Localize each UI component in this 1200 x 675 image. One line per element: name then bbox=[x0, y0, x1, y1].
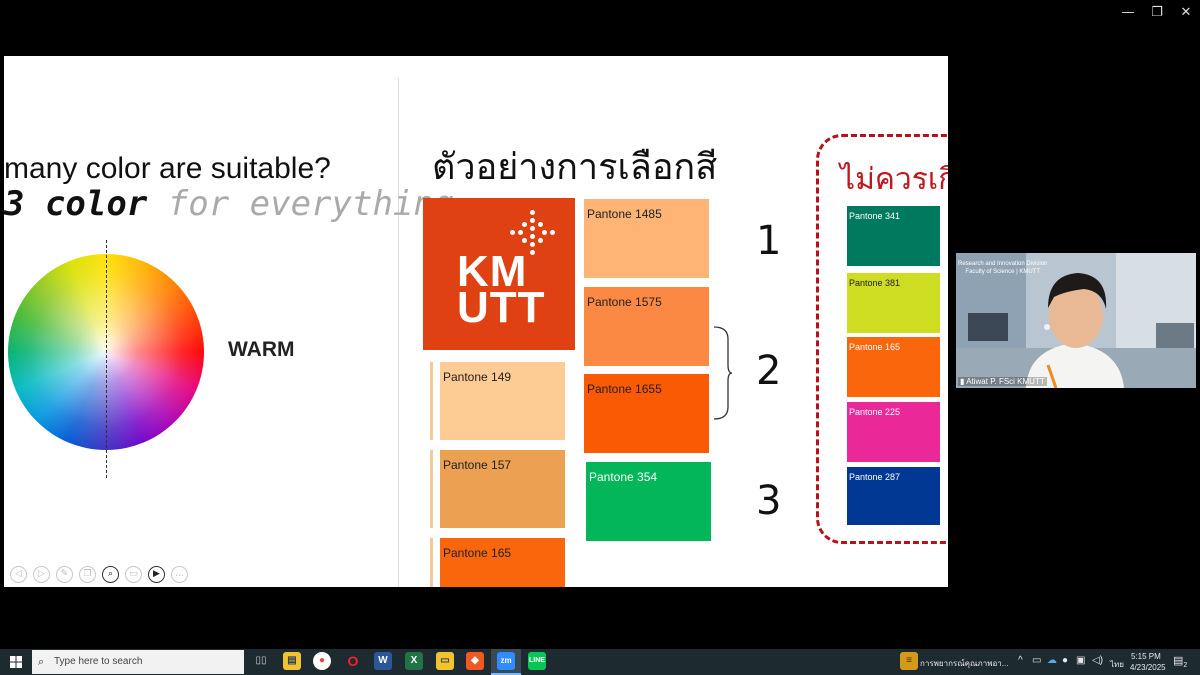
thai-slide-title: ตัวอย่างการเลือกสี bbox=[432, 147, 718, 188]
zoom-icon[interactable]: ⌕ bbox=[102, 566, 119, 583]
notification-app-icon[interactable]: ≡ bbox=[900, 652, 918, 670]
task-view-icon[interactable]: ▯▯ bbox=[252, 652, 270, 670]
number-label-1: 1 bbox=[756, 218, 782, 264]
swatch-pantone-1575: Pantone 1575 bbox=[584, 287, 709, 366]
swatch-accent-bar bbox=[430, 450, 433, 528]
windows-taskbar: ⌕ Type here to search ▯▯ ▤ ● O W X ▭ ◆ z… bbox=[0, 649, 1200, 675]
excel-icon[interactable]: X bbox=[405, 652, 423, 670]
swatch-pantone-165: Pantone 165 bbox=[440, 538, 565, 587]
swatch-pantone-225: Pantone 225 bbox=[847, 402, 940, 462]
language-indicator[interactable]: ไทย bbox=[1110, 658, 1124, 671]
search-icon: ⌕ bbox=[38, 656, 45, 668]
prev-icon[interactable]: ◁ bbox=[10, 566, 27, 583]
word-icon[interactable]: W bbox=[374, 652, 392, 670]
subtitle-light: for everything bbox=[147, 184, 455, 224]
logo-text-utt: UTT bbox=[457, 283, 546, 332]
webcam-header: Research and Innovation Division Faculty… bbox=[958, 260, 1047, 276]
folder-icon[interactable]: ▭ bbox=[436, 652, 454, 670]
pen-icon[interactable]: ✎ bbox=[56, 566, 73, 583]
search-placeholder: Type here to search bbox=[54, 656, 143, 667]
swatch-label: Pantone 1485 bbox=[587, 207, 662, 221]
participant-name-label: ▮ Atiwat P. FSci KMUTT bbox=[958, 377, 1047, 386]
swatch-pantone-354: Pantone 354 bbox=[586, 462, 711, 541]
slide-question: many color are suitable? bbox=[4, 152, 331, 185]
number-label-3: 3 bbox=[756, 478, 782, 524]
meet-now-icon[interactable]: ▭ bbox=[1032, 655, 1041, 666]
swatch-pantone-381: Pantone 381 bbox=[847, 273, 940, 333]
presentation-slide: many color are suitable? 3 color for eve… bbox=[4, 56, 948, 587]
swatch-label: Pantone 149 bbox=[443, 370, 512, 384]
restore-button[interactable]: ❐ bbox=[1143, 4, 1171, 22]
clock-time[interactable]: 5:15 PM bbox=[1131, 652, 1161, 661]
desktop-screen: — ❐ ✕ many color are suitable? 3 color f… bbox=[0, 0, 1200, 675]
volume-icon[interactable]: ◁) bbox=[1092, 655, 1103, 666]
swatch-label: Pantone 341 bbox=[849, 211, 901, 221]
onedrive-icon[interactable]: ☁ bbox=[1047, 655, 1057, 666]
clock-date[interactable]: 4/23/2025 bbox=[1130, 663, 1166, 672]
swatch-label: Pantone 157 bbox=[443, 458, 512, 472]
more-icon[interactable]: … bbox=[171, 566, 188, 583]
network-icon[interactable]: ▣ bbox=[1076, 655, 1085, 666]
subtitle-bold: 3 color bbox=[4, 184, 148, 224]
swatch-label: Pantone 1575 bbox=[587, 295, 662, 309]
number-label-2: 2 bbox=[756, 348, 782, 394]
swatch-pantone-341: Pantone 341 bbox=[847, 206, 940, 266]
copy-icon[interactable]: ❐ bbox=[79, 566, 96, 583]
chevron-up-icon[interactable]: ^ bbox=[1018, 655, 1023, 666]
swatch-pantone-287: Pantone 287 bbox=[847, 467, 940, 525]
notification-title[interactable]: การพยากรณ์คุณภาพอา... bbox=[920, 657, 1008, 670]
zoom-icon: zm bbox=[497, 652, 515, 670]
swatch-label: Pantone 165 bbox=[849, 342, 901, 352]
notification-count: 2 bbox=[1183, 662, 1188, 670]
participant-name: Atiwat P. FSci KMUTT bbox=[966, 377, 1045, 386]
webcam-header-line1: Research and Innovation Division bbox=[958, 261, 1048, 267]
video-icon[interactable]: ▶ bbox=[148, 566, 165, 583]
next-icon[interactable]: ▷ bbox=[33, 566, 50, 583]
kmutt-logo: KM UTT bbox=[423, 198, 575, 350]
swatch-pantone-1655: Pantone 1655 bbox=[584, 374, 709, 453]
webcam-video-tile[interactable]: Research and Innovation Division Faculty… bbox=[956, 253, 1196, 388]
file-explorer-app-icon[interactable]: ▤ bbox=[283, 652, 301, 670]
swatch-accent-bar bbox=[430, 362, 433, 440]
swatch-label: Pantone 287 bbox=[849, 472, 901, 482]
close-button[interactable]: ✕ bbox=[1172, 4, 1200, 22]
app-icon[interactable]: ◆ bbox=[466, 652, 484, 670]
playback-toolbar: ◁ ▷ ✎ ❐ ⌕ ▭ ▶ … bbox=[10, 566, 188, 583]
swatch-label: Pantone 354 bbox=[589, 470, 658, 484]
taskbar-search-box[interactable]: ⌕ Type here to search bbox=[32, 650, 244, 674]
swatch-label: Pantone 1655 bbox=[587, 382, 662, 396]
swatch-label: Pantone 381 bbox=[849, 278, 901, 288]
brace-icon bbox=[714, 326, 732, 420]
slide-divider bbox=[398, 78, 399, 587]
notification-center-icon[interactable]: ▤2 bbox=[1173, 654, 1187, 669]
swatch-pantone-1485: Pantone 1485 bbox=[584, 199, 709, 278]
swatch-label: Pantone 225 bbox=[849, 407, 901, 417]
wheel-divider-line bbox=[106, 240, 107, 478]
swatch-pantone-157: Pantone 157 bbox=[440, 450, 565, 528]
line-icon[interactable]: LINE bbox=[528, 652, 546, 670]
webcam-header-line2: Faculty of Science | KMUTT bbox=[965, 269, 1040, 275]
warm-label: WARM bbox=[228, 338, 295, 361]
chrome-icon[interactable]: ● bbox=[313, 652, 331, 670]
swatch-pantone-149: Pantone 149 bbox=[440, 362, 565, 440]
windows-start-icon[interactable] bbox=[10, 656, 22, 668]
swatch-pantone-165-right: Pantone 165 bbox=[847, 337, 940, 397]
swatch-label: Pantone 165 bbox=[443, 546, 512, 560]
minimize-button[interactable]: — bbox=[1114, 4, 1142, 22]
zoom-taskbar-active[interactable]: zm bbox=[491, 649, 521, 675]
opera-icon[interactable]: O bbox=[344, 652, 362, 670]
swatch-accent-bar bbox=[430, 538, 433, 587]
subtitle-icon[interactable]: ▭ bbox=[125, 566, 142, 583]
slide-subtitle: 3 color for everything bbox=[4, 184, 454, 224]
microphone-icon[interactable]: ● bbox=[1062, 655, 1068, 666]
